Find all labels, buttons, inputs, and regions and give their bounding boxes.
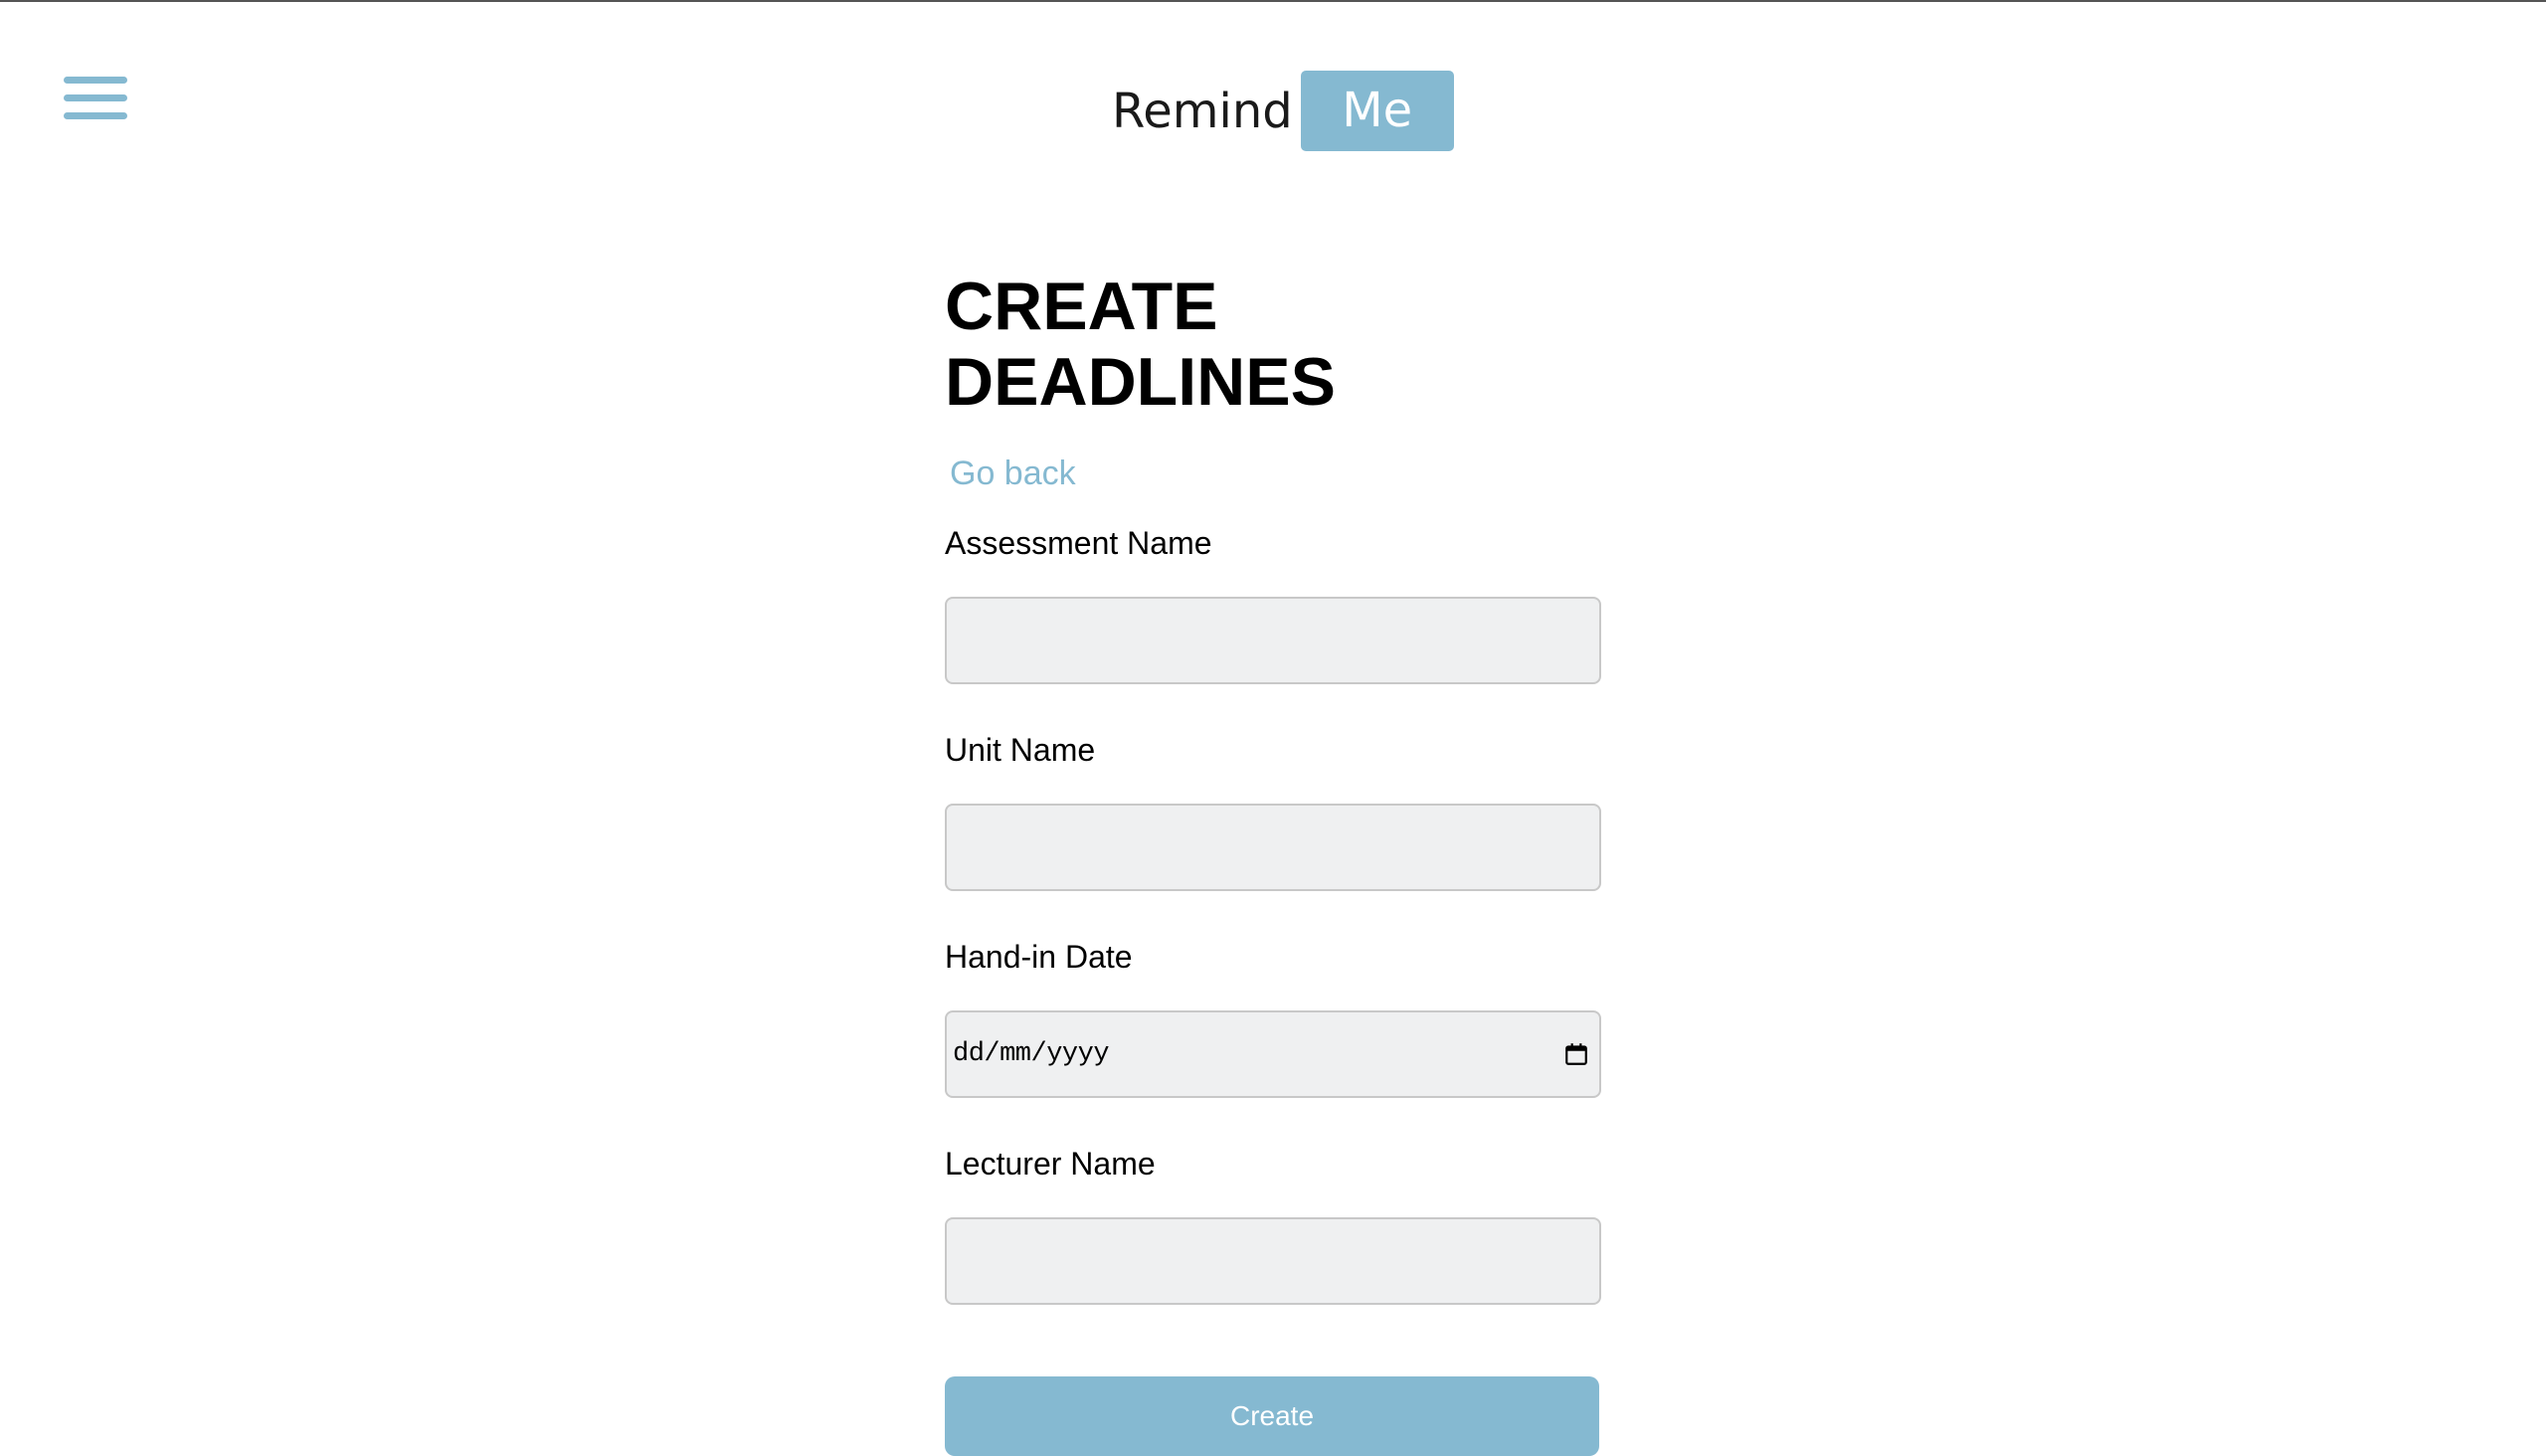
go-back-link[interactable]: Go back bbox=[950, 454, 1076, 493]
assessment-name-label: Assessment Name bbox=[945, 525, 1212, 561]
create-button[interactable]: Create bbox=[945, 1376, 1599, 1456]
assessment-name-input[interactable] bbox=[945, 597, 1601, 684]
lecturer-name-label: Lecturer Name bbox=[945, 1146, 1156, 1182]
unit-name-label: Unit Name bbox=[945, 732, 1096, 768]
lecturer-name-input[interactable] bbox=[945, 1217, 1601, 1305]
top-border bbox=[0, 0, 2546, 2]
logo-remind-text: Remind bbox=[1112, 83, 1293, 139]
date-placeholder: dd/mm/yyyy bbox=[953, 1039, 1110, 1069]
app-logo[interactable]: Remind Me bbox=[1112, 71, 1454, 151]
create-deadline-form: CREATE DEADLINES Go back Assessment Name… bbox=[945, 269, 1601, 1456]
menu-bar bbox=[64, 77, 127, 84]
hamburger-menu-icon[interactable] bbox=[62, 72, 129, 131]
menu-bar bbox=[64, 94, 127, 101]
calendar-icon[interactable] bbox=[1563, 1041, 1589, 1067]
unit-name-input[interactable] bbox=[945, 804, 1601, 891]
hand-in-date-label: Hand-in Date bbox=[945, 939, 1133, 975]
hand-in-date-input[interactable]: dd/mm/yyyy bbox=[945, 1010, 1601, 1098]
menu-bar bbox=[64, 112, 127, 119]
logo-me-badge: Me bbox=[1300, 71, 1454, 151]
page-title: CREATE DEADLINES bbox=[945, 269, 1336, 420]
